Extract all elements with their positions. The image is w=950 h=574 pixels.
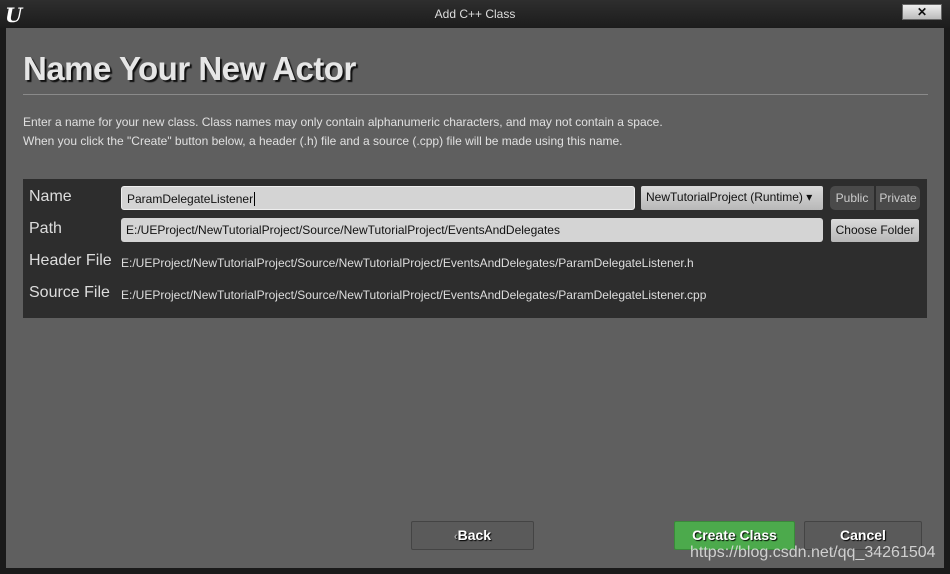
chevron-down-icon: ▾ xyxy=(806,190,813,204)
path-input[interactable]: E:/UEProject/NewTutorialProject/Source/N… xyxy=(121,218,823,242)
title-bar: U Add C++ Class ✕ xyxy=(0,0,950,28)
header-file-label: Header File xyxy=(29,252,112,269)
watermark: https://blog.csdn.net/qq_34261504 xyxy=(690,544,936,561)
public-option[interactable]: Public xyxy=(830,186,876,210)
name-label: Name xyxy=(29,188,72,205)
source-file-label: Source File xyxy=(29,284,110,301)
name-input[interactable]: ParamDelegateListener xyxy=(121,186,635,210)
description-line: Enter a name for your new class. Class n… xyxy=(23,115,663,129)
visibility-toggle: Public Private xyxy=(830,186,920,210)
divider xyxy=(23,94,928,95)
name-value: ParamDelegateListener xyxy=(127,192,254,206)
description-line: When you click the "Create" button below… xyxy=(23,134,623,148)
page-title: Name Your New Actor xyxy=(23,50,356,87)
choose-folder-button[interactable]: Choose Folder xyxy=(831,219,919,242)
path-label: Path xyxy=(29,220,62,237)
window-title: Add C++ Class xyxy=(434,7,516,21)
private-option[interactable]: Private xyxy=(876,186,920,210)
back-label: Back xyxy=(457,527,492,543)
description: Enter a name for your new class. Class n… xyxy=(23,113,663,151)
close-button[interactable]: ✕ xyxy=(902,4,942,20)
class-form: Name ParamDelegateListener NewTutorialPr… xyxy=(23,179,927,318)
source-file-value: E:/UEProject/NewTutorialProject/Source/N… xyxy=(121,288,707,302)
module-dropdown[interactable]: NewTutorialProject (Runtime) ▾ xyxy=(641,186,823,210)
back-button[interactable]: ‹Back xyxy=(411,521,534,550)
header-file-value: E:/UEProject/NewTutorialProject/Source/N… xyxy=(121,256,694,270)
module-value: NewTutorialProject (Runtime) xyxy=(646,190,803,204)
dialog-content: Name Your New Actor Enter a name for you… xyxy=(6,28,944,568)
